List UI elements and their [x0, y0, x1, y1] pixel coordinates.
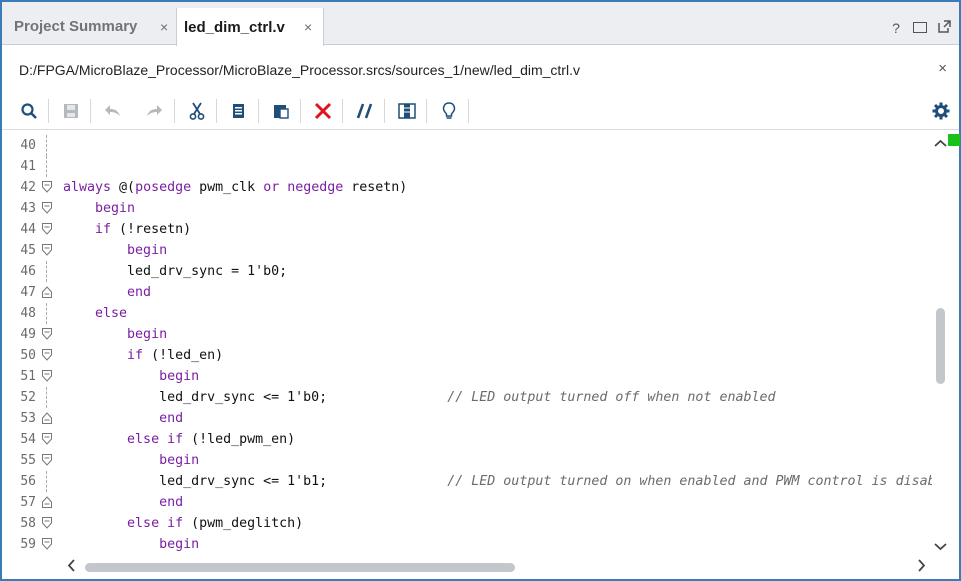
- close-icon[interactable]: ×: [938, 60, 947, 77]
- code-text[interactable]: if (!resetn): [63, 219, 191, 240]
- code-line[interactable]: 58 else if (pwm_deglitch): [2, 513, 932, 534]
- block-select-icon[interactable]: [396, 100, 418, 122]
- code-text[interactable]: else if (!led_pwm_en): [63, 429, 295, 450]
- popout-icon[interactable]: [937, 20, 951, 36]
- line-number: 45: [20, 243, 36, 258]
- line-number: 46: [20, 264, 36, 279]
- delete-icon[interactable]: [312, 100, 334, 122]
- chevron-down-icon[interactable]: [934, 539, 947, 554]
- code-line[interactable]: 49 begin: [2, 324, 932, 345]
- code-line[interactable]: 47 end: [2, 282, 932, 303]
- cut-icon[interactable]: [186, 100, 208, 122]
- tab-label: Project Summary: [14, 18, 138, 35]
- code-text[interactable]: always @(posedge pwm_clk or negedge rese…: [63, 177, 407, 198]
- code-line[interactable]: 54 else if (!led_pwm_en): [2, 429, 932, 450]
- line-number: 52: [20, 390, 36, 405]
- line-number: 42: [20, 180, 36, 195]
- code-text[interactable]: end: [63, 282, 151, 303]
- line-number: 48: [20, 306, 36, 321]
- code-line[interactable]: 51 begin: [2, 366, 932, 387]
- window-controls: ?: [889, 20, 951, 36]
- gear-icon[interactable]: [930, 100, 952, 122]
- line-number: 44: [20, 222, 36, 237]
- line-number: 50: [20, 348, 36, 363]
- line-number: 51: [20, 369, 36, 384]
- restore-icon[interactable]: [913, 20, 927, 36]
- code-line[interactable]: 40: [2, 135, 932, 156]
- code-line[interactable]: 59 begin: [2, 534, 932, 555]
- help-icon[interactable]: ?: [889, 20, 903, 36]
- horizontal-scroll-thumb[interactable]: [85, 563, 515, 572]
- code-text[interactable]: led_drv_sync <= 1'b0; // LED output turn…: [63, 387, 775, 408]
- line-number: 55: [20, 453, 36, 468]
- line-number: 59: [20, 537, 36, 552]
- line-number: 40: [20, 138, 36, 153]
- code-text[interactable]: led_drv_sync <= 1'b1; // LED output turn…: [63, 471, 932, 492]
- code-text[interactable]: end: [63, 408, 183, 429]
- horizontal-scrollbar[interactable]: [62, 557, 932, 577]
- vertical-scrollbar[interactable]: [932, 132, 950, 557]
- line-number: 53: [20, 411, 36, 426]
- code-line[interactable]: 52 led_drv_sync <= 1'b0; // LED output t…: [2, 387, 932, 408]
- redo-icon[interactable]: [143, 100, 165, 122]
- code-text[interactable]: begin: [63, 366, 199, 387]
- paste-icon[interactable]: [270, 100, 292, 122]
- code-text[interactable]: else: [63, 303, 127, 324]
- code-line[interactable]: 48 else: [2, 303, 932, 324]
- tab-label: led_dim_ctrl.v: [184, 18, 285, 36]
- code-text[interactable]: begin: [63, 198, 135, 219]
- line-number: 58: [20, 516, 36, 531]
- line-number: 43: [20, 201, 36, 216]
- code-line[interactable]: 46 led_drv_sync = 1'b0;: [2, 261, 932, 282]
- line-number: 41: [20, 159, 36, 174]
- code-line[interactable]: 55 begin: [2, 450, 932, 471]
- code-line[interactable]: 45 begin: [2, 240, 932, 261]
- code-text[interactable]: begin: [63, 240, 167, 261]
- code-text[interactable]: end: [63, 492, 183, 513]
- tab-bar: Project Summary × led_dim_ctrl.v × ?: [2, 2, 959, 46]
- code-line[interactable]: 41: [2, 156, 932, 177]
- code-text[interactable]: else if (pwm_deglitch): [63, 513, 303, 534]
- file-path: D:/FPGA/MicroBlaze_Processor/MicroBlaze_…: [19, 62, 580, 78]
- code-text[interactable]: begin: [63, 450, 199, 471]
- comment-icon[interactable]: [354, 100, 376, 122]
- code-line[interactable]: 44 if (!resetn): [2, 219, 932, 240]
- code-text[interactable]: begin: [63, 534, 199, 555]
- code-line[interactable]: 43 begin: [2, 198, 932, 219]
- copy-icon[interactable]: [228, 100, 250, 122]
- line-number: 57: [20, 495, 36, 510]
- line-number: 54: [20, 432, 36, 447]
- code-text[interactable]: begin: [63, 324, 167, 345]
- code-line[interactable]: 56 led_drv_sync <= 1'b1; // LED output t…: [2, 471, 932, 492]
- close-icon[interactable]: ×: [304, 19, 312, 35]
- chevron-left-icon[interactable]: [67, 559, 76, 575]
- editor-toolbar: [2, 92, 959, 130]
- file-path-bar: D:/FPGA/MicroBlaze_Processor/MicroBlaze_…: [2, 46, 959, 92]
- undo-icon[interactable]: [102, 100, 124, 122]
- chevron-up-icon[interactable]: [934, 136, 947, 151]
- vertical-scroll-thumb[interactable]: [936, 308, 945, 384]
- search-icon[interactable]: [18, 100, 40, 122]
- code-text[interactable]: led_drv_sync = 1'b0;: [63, 261, 287, 282]
- chevron-right-icon[interactable]: [917, 559, 926, 575]
- line-number: 47: [20, 285, 36, 300]
- code-text[interactable]: if (!led_en): [63, 345, 223, 366]
- code-editor[interactable]: 40 41 42 always @(posedge pwm_clk or negedg…: [2, 132, 932, 557]
- tab-led-dim-ctrl[interactable]: led_dim_ctrl.v ×: [176, 8, 324, 46]
- close-icon[interactable]: ×: [160, 19, 168, 35]
- lightbulb-icon[interactable]: [438, 100, 460, 122]
- code-line[interactable]: 53 end: [2, 408, 932, 429]
- save-icon[interactable]: [60, 100, 82, 122]
- status-indicator: [948, 134, 960, 146]
- code-line[interactable]: 42 always @(posedge pwm_clk or negedge re…: [2, 177, 932, 198]
- code-line[interactable]: 50 if (!led_en): [2, 345, 932, 366]
- code-line[interactable]: 57 end: [2, 492, 932, 513]
- editor-window: Project Summary × led_dim_ctrl.v × ? D:/…: [0, 0, 961, 581]
- tab-project-summary[interactable]: Project Summary ×: [6, 8, 174, 45]
- line-number: 56: [20, 474, 36, 489]
- line-number: 49: [20, 327, 36, 342]
